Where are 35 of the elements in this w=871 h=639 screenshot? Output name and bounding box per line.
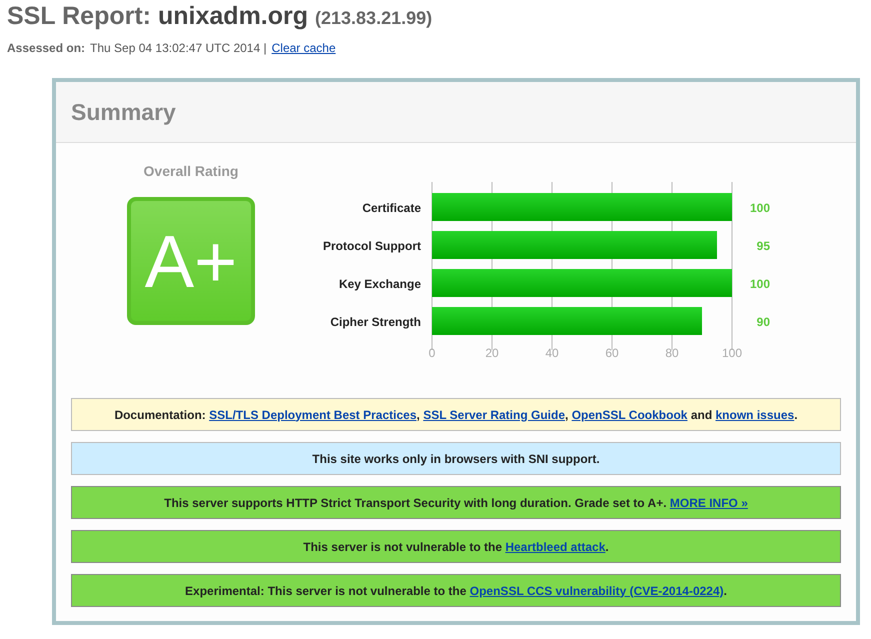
notice-link[interactable]: known issues (716, 408, 794, 422)
grade-badge: A+ (127, 197, 255, 325)
axis-tick-label: 20 (485, 346, 499, 360)
category-label: Key Exchange (338, 277, 421, 291)
notice-text: This server supports HTTP Strict Transport Security with long duration. Grade set to A+. MORE INFO » (164, 496, 748, 510)
axis-tick-label: 0 (428, 346, 436, 360)
notice-link[interactable]: OpenSSL Cookbook (572, 408, 688, 422)
clear-cache-link[interactable]: Clear cache (272, 41, 336, 55)
assessed-date: Thu Sep 04 13:02:47 UTC 2014 | (90, 41, 267, 55)
notice-link[interactable]: OpenSSL CCS vulnerability (CVE-2014-0224) (470, 584, 724, 598)
axis-tick-label: 40 (545, 346, 559, 360)
page-title: SSL Report: (7, 2, 151, 31)
axis-tick-label: 100 (722, 346, 742, 360)
notice-text: Documentation: SSL/TLS Deployment Best Practices, SSL Server Rating Guide, OpenSSL Cookbook and known issues. (114, 408, 798, 422)
category-label: Certificate (362, 201, 421, 215)
notice-text: This server is not vulnerable to the Heartbleed attack. (303, 540, 609, 554)
score-value: 100 (750, 277, 770, 291)
axis-tick-label: 80 (665, 346, 679, 360)
rating-label: Overall Rating (144, 163, 238, 179)
notice-link[interactable]: MORE INFO » (670, 496, 748, 510)
score-value: 90 (756, 315, 770, 329)
score-value: 95 (756, 239, 770, 253)
category-label: Protocol Support (323, 239, 421, 253)
notice-text: Experimental: This server is not vulnerable to the OpenSSL CCS vulnerability (CVE-2014-0224). (185, 584, 727, 598)
notice-link[interactable]: SSL/TLS Deployment Best Practices (209, 408, 417, 422)
notice-link[interactable]: Heartbleed attack (505, 540, 606, 554)
axis-tick-label: 60 (605, 346, 619, 360)
ip-address: (213.83.21.99) (315, 8, 432, 29)
notice-link[interactable]: SSL Server Rating Guide (423, 408, 566, 422)
summary-heading: Summary (71, 98, 176, 126)
notice-text: This site works only in browsers with SNI support. (312, 452, 600, 466)
category-label: Cipher Strength (330, 315, 421, 329)
host-name: unixadm.org (158, 2, 308, 31)
score-value: 100 (750, 201, 770, 215)
assessed-label: Assessed on: (7, 41, 86, 55)
